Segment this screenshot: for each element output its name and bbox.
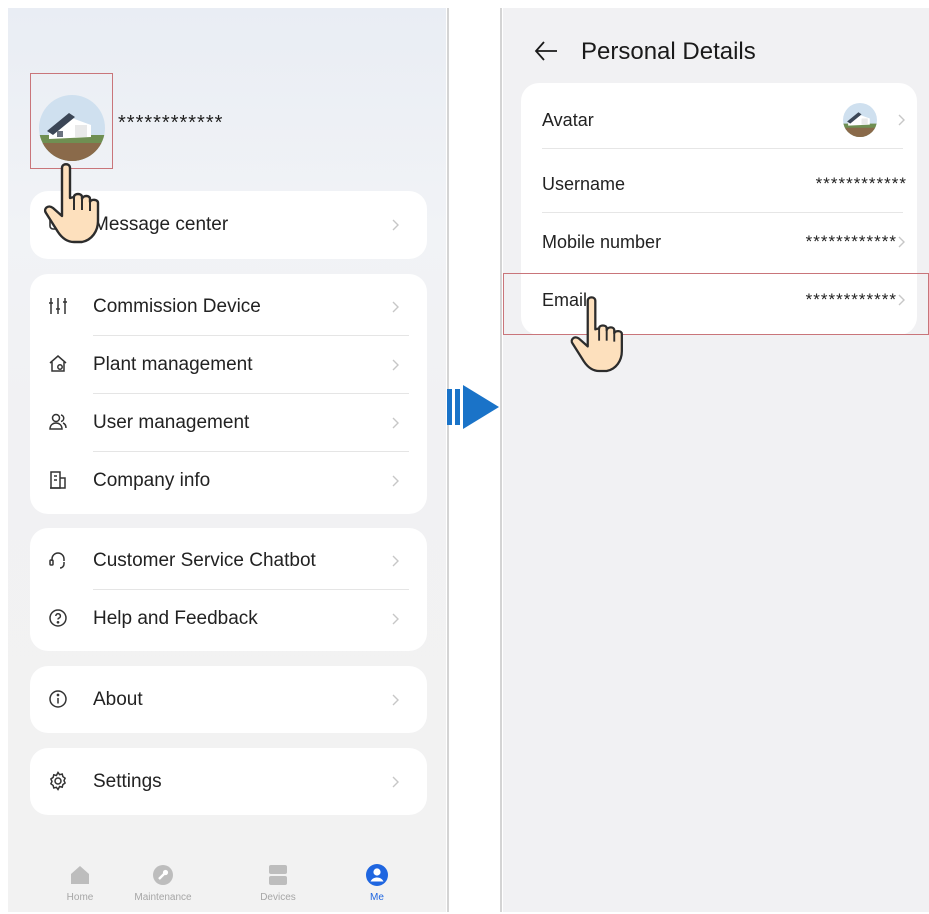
detail-row-mobile-number[interactable]: Mobile number ************: [521, 213, 917, 271]
chevron-right-icon: [392, 359, 399, 371]
divider: [542, 148, 903, 149]
pointing-hand-icon: [570, 296, 623, 373]
menu-item-label: Customer Service Chatbot: [93, 550, 316, 571]
menu-item-user-management[interactable]: User management: [30, 394, 427, 452]
tab-maintenance[interactable]: Maintenance: [128, 862, 198, 903]
me-screen: ************ Message center Commission D…: [8, 8, 446, 912]
menu-item-about[interactable]: About: [30, 671, 427, 729]
chevron-right-icon: [392, 219, 399, 231]
menu-item-plant-management[interactable]: Plant management: [30, 336, 427, 394]
tab-label: Maintenance: [134, 892, 192, 903]
avatar-thumbnail: [843, 103, 877, 137]
chevron-right-icon: [392, 475, 399, 487]
page-title: Personal Details: [581, 38, 756, 65]
chevron-right-icon: [898, 236, 905, 248]
username-text: ************: [118, 112, 224, 134]
panel-divider: [500, 8, 502, 912]
settings-card: Settings: [30, 748, 427, 815]
menu-item-label: Commission Device: [93, 296, 261, 317]
menu-item-customer-service-chatbot[interactable]: Customer Service Chatbot: [30, 532, 427, 590]
tab-label: Devices: [260, 892, 296, 903]
detail-row-avatar[interactable]: Avatar: [521, 91, 917, 149]
menu-item-label: Company info: [93, 470, 211, 491]
home-icon: [71, 866, 89, 884]
detail-value: ************: [805, 232, 897, 251]
person-icon: [366, 864, 388, 886]
chevron-right-icon: [392, 417, 399, 429]
gear-icon: [48, 771, 68, 791]
menu-item-label: User management: [93, 412, 250, 433]
chevron-right-icon: [392, 301, 399, 313]
detail-value: ************: [815, 174, 907, 193]
chevron-right-icon: [392, 694, 399, 706]
chevron-right-icon: [392, 776, 399, 788]
detail-label: Mobile number: [542, 232, 662, 252]
chevron-right-icon: [392, 555, 399, 567]
help-icon: [48, 608, 68, 628]
menu-item-label: Settings: [93, 771, 162, 792]
chevron-right-icon: [898, 114, 905, 126]
menu-item-settings[interactable]: Settings: [30, 753, 427, 811]
devices-icon: [269, 865, 287, 885]
back-arrow-icon[interactable]: [533, 38, 559, 64]
menu-item-label: Help and Feedback: [93, 608, 258, 629]
sliders-icon: [48, 296, 68, 316]
plant-house-icon: [48, 354, 68, 374]
pointing-hand-icon: [43, 163, 100, 244]
detail-label: Avatar: [542, 110, 594, 130]
menu-item-help-and-feedback[interactable]: Help and Feedback: [30, 590, 427, 648]
detail-label: Username: [542, 174, 626, 194]
panel-divider: [447, 8, 449, 912]
menu-item-commission-device[interactable]: Commission Device: [30, 278, 427, 336]
detail-row-username[interactable]: Username ************: [521, 155, 917, 213]
menu-item-company-info[interactable]: Company info: [30, 452, 427, 510]
device-management-card: Commission Device Plant management User …: [30, 274, 427, 514]
menu-item-label: Plant management: [93, 354, 253, 375]
tab-label: Me: [370, 892, 384, 903]
tab-me[interactable]: Me: [342, 862, 412, 903]
next-step-arrow-icon: [447, 385, 499, 429]
tab-label: Home: [66, 892, 94, 903]
info-icon: [48, 689, 68, 709]
user-avatar[interactable]: [39, 95, 105, 161]
headset-icon: [48, 550, 68, 570]
users-icon: [48, 412, 68, 432]
wrench-icon: [153, 865, 173, 885]
bottom-nav-bar: Home Maintenance Devices Me: [8, 844, 446, 912]
about-card: About: [30, 666, 427, 733]
tab-home[interactable]: Home: [45, 862, 115, 903]
support-card: Customer Service Chatbot Help and Feedba…: [30, 528, 427, 651]
menu-item-label: About: [93, 689, 143, 710]
chevron-right-icon: [392, 613, 399, 625]
personal-details-screen: Personal Details Avatar Username *******…: [503, 8, 929, 912]
tab-devices[interactable]: Devices: [243, 862, 313, 903]
building-icon: [48, 470, 68, 490]
